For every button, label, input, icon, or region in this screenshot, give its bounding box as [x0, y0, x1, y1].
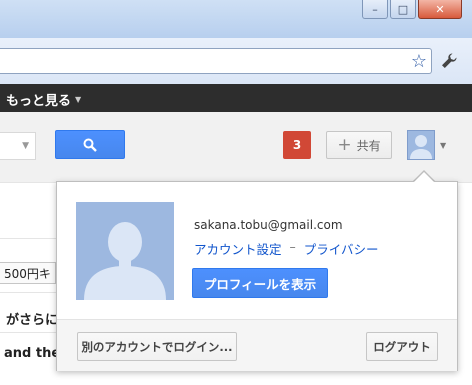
search-icon	[83, 138, 97, 152]
logout-button[interactable]: ログアウト	[366, 332, 438, 361]
wrench-icon[interactable]	[440, 52, 458, 75]
chevron-down-icon: ▼	[75, 95, 82, 104]
background-text: and the	[4, 346, 56, 361]
account-links: アカウント設定 – プライバシー	[194, 239, 379, 258]
login-other-account-button[interactable]: 別のアカウントでログイン...	[77, 332, 237, 361]
background-text: がさらに便	[6, 313, 58, 328]
google-bar: もっと見る ▼	[0, 84, 472, 112]
chevron-down-icon: ▼	[22, 141, 29, 151]
share-button[interactable]: + 共有	[326, 131, 392, 159]
person-icon	[410, 135, 432, 159]
account-avatar-button[interactable]	[407, 130, 435, 160]
divider	[0, 332, 56, 333]
search-input[interactable]: ▼	[0, 132, 36, 160]
account-settings-link[interactable]: アカウント設定	[194, 239, 282, 258]
account-popup: sakana.tobu@gmail.com アカウント設定 – プライバシー プ…	[56, 181, 458, 371]
divider	[0, 292, 56, 293]
plus-icon: +	[337, 134, 352, 155]
minimize-button[interactable]: –	[362, 0, 388, 19]
popup-arrow-fill	[414, 172, 434, 182]
address-bar[interactable]: ☆	[0, 48, 432, 74]
notification-badge[interactable]: 3	[283, 131, 311, 159]
share-label: 共有	[356, 138, 381, 153]
search-button[interactable]	[55, 130, 125, 159]
link-separator: –	[289, 239, 296, 254]
maximize-button[interactable]: □	[390, 0, 416, 19]
bookmark-star-icon[interactable]: ☆	[411, 51, 427, 72]
divider	[0, 238, 56, 239]
price-text: 500円キ	[4, 266, 51, 281]
privacy-link[interactable]: プライバシー	[304, 239, 379, 258]
account-email: sakana.tobu@gmail.com	[194, 218, 343, 232]
chevron-down-icon[interactable]: ▼	[440, 141, 446, 150]
wrench-svg	[442, 53, 457, 68]
price-field[interactable]: 500円キ	[0, 262, 56, 284]
person-icon	[84, 222, 166, 300]
more-menu[interactable]: もっと見る ▼	[6, 90, 81, 109]
popup-footer: 別のアカウントでログイン... ログアウト	[57, 319, 457, 371]
close-button[interactable]: ✕	[418, 0, 462, 19]
window-controls: – □ ✕	[360, 0, 462, 20]
more-menu-label: もっと見る	[6, 94, 72, 109]
profile-photo[interactable]	[76, 202, 174, 300]
view-profile-button[interactable]: プロフィールを表示	[192, 268, 328, 298]
